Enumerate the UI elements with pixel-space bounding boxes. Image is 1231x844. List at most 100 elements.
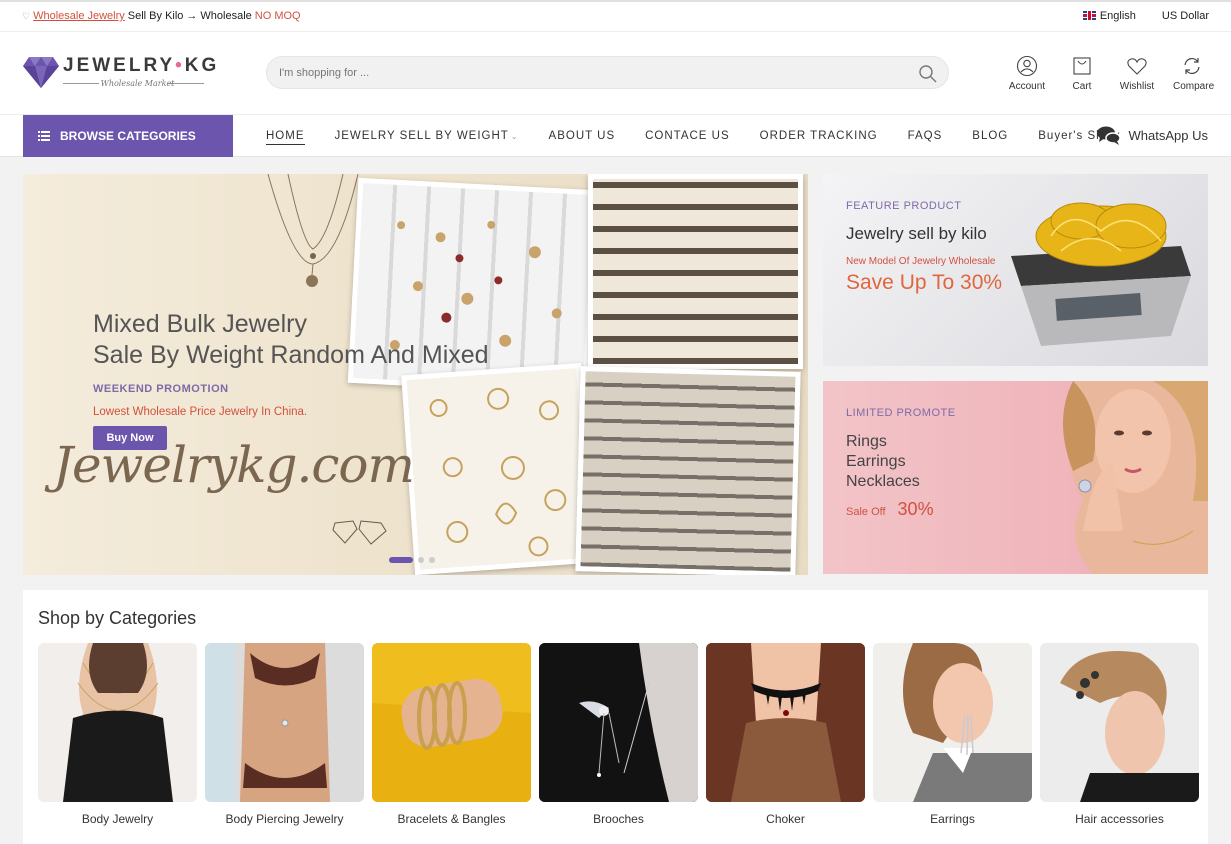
category-hair-accessories[interactable]: Hair accessories	[1040, 643, 1199, 826]
photo-gold-earrings	[401, 362, 595, 575]
wishlist-label: Wishlist	[1119, 81, 1155, 92]
photo-jewelry-display	[575, 366, 801, 575]
chat-bubbles-icon	[1096, 126, 1121, 145]
nav-item-jewelry-sell-by-weight[interactable]: JEWELRY SELL BY WEIGHT ⌄	[320, 130, 534, 142]
language-selector[interactable]: English	[1082, 10, 1136, 22]
browse-categories-button[interactable]: Browse Categories	[23, 115, 233, 157]
promo-text: Sell By Kilo	[127, 10, 184, 22]
promote-line-rings: Rings	[846, 433, 887, 450]
wholesale-jewelry-link[interactable]: Wholesale Jewelry	[33, 10, 125, 22]
nav-item-faqs[interactable]: FAQS	[893, 130, 958, 142]
wishlist-button[interactable]: Wishlist	[1118, 55, 1156, 92]
category-image	[372, 643, 531, 802]
category-body-piercing-jewelry[interactable]: Body Piercing Jewelry	[205, 643, 364, 826]
menu-list-icon	[38, 131, 50, 141]
feature-product-offer: Save Up To 30%	[846, 271, 1003, 294]
category-label: Body Piercing Jewelry	[225, 812, 344, 826]
category-label: Hair accessories	[1075, 812, 1164, 826]
carousel-dots	[389, 557, 435, 563]
cart-label: Cart	[1072, 81, 1092, 92]
category-brooches[interactable]: Brooches	[539, 643, 698, 826]
compare-button[interactable]: Compare	[1173, 55, 1215, 92]
category-label: Brooches	[593, 812, 644, 826]
hero-script-logo: Jewelrykg.com	[53, 436, 415, 494]
promo-wholesale: Wholesale	[200, 10, 252, 22]
account-label: Account	[1008, 81, 1046, 92]
nav-item-blog[interactable]: BLOG	[957, 130, 1023, 142]
model-with-ring-image	[1063, 381, 1208, 574]
logo-subtitle: Wholesale Market	[100, 79, 175, 88]
feature-product-tag: FEATURE PRODUCT	[846, 200, 962, 212]
hero-banner[interactable]: Mixed Bulk Jewelry Sale By Weight Random …	[23, 174, 808, 575]
category-image	[1040, 643, 1199, 802]
category-label: Earrings	[930, 812, 975, 826]
nav-item-about-us[interactable]: ABOUT US	[534, 130, 631, 142]
main-nav: Browse Categories HOME JEWELRY SELL BY W…	[0, 115, 1231, 157]
category-choker[interactable]: Choker	[706, 643, 865, 826]
carousel-dot-2[interactable]	[418, 557, 424, 563]
refresh-icon	[1184, 57, 1200, 75]
account-button[interactable]: Account	[1008, 55, 1046, 92]
language-label: English	[1099, 10, 1136, 22]
promo-strip: ♡ Wholesale Jewelry Sell By Kilo → Whole…	[22, 10, 301, 22]
search-bar	[266, 56, 949, 89]
category-body-jewelry[interactable]: Body Jewelry	[38, 643, 197, 826]
currency-selector[interactable]: US Dollar	[1162, 10, 1209, 22]
gold-chain-scale-image	[1011, 202, 1191, 346]
uk-flag-icon	[1082, 11, 1096, 20]
category-label: Choker	[766, 812, 805, 826]
promote-line-earrings: Earrings	[846, 453, 906, 470]
whatsapp-label: WhatsApp Us	[1128, 128, 1208, 143]
cart-button[interactable]: Cart	[1063, 55, 1101, 92]
user-icon	[1016, 55, 1038, 77]
category-image	[873, 643, 1032, 802]
diamond-logo-icon	[23, 57, 59, 88]
nav-item-home[interactable]: HOME	[251, 130, 320, 145]
limited-promote-lines: Rings Earrings Necklaces	[846, 432, 920, 492]
logo-wordmark: JEWELRY•KG	[63, 55, 220, 76]
category-earrings[interactable]: Earrings	[873, 643, 1032, 826]
hero-promo-label: WEEKEND PROMOTION	[93, 383, 229, 395]
menu-items: HOME JEWELRY SELL BY WEIGHT ⌄ ABOUT US CO…	[251, 115, 1135, 157]
limited-promote-tag: LIMITED PROMOTE	[846, 407, 956, 419]
nav-item-contact-us[interactable]: CONTACE US	[630, 130, 745, 142]
category-image	[205, 643, 364, 802]
sale-off-percent: 30%	[897, 499, 934, 519]
arrow-right-icon: →	[186, 10, 198, 22]
search-icon[interactable]	[918, 64, 938, 84]
hero-title: Mixed Bulk Jewelry Sale By Weight Random …	[93, 310, 489, 369]
compare-label: Compare	[1173, 81, 1215, 92]
feature-product-banner[interactable]: FEATURE PRODUCT Jewelry sell by kilo New…	[823, 174, 1208, 366]
category-image	[38, 643, 197, 802]
category-label: Bracelets & Bangles	[397, 812, 506, 826]
promo-no-moq: NO MOQ	[254, 10, 301, 22]
feature-product-subtitle: New Model Of Jewelry Wholesale	[846, 256, 996, 267]
chevron-down-icon: ⌄	[510, 132, 519, 141]
category-bracelets-bangles[interactable]: Bracelets & Bangles	[372, 643, 531, 826]
category-image	[539, 643, 698, 802]
search-input[interactable]	[279, 57, 899, 88]
header: JEWELRY•KG Wholesale Market Account Cart…	[0, 32, 1231, 115]
nav-item-order-tracking[interactable]: ORDER TRACKING	[745, 130, 893, 142]
photo-earring-wall	[588, 174, 803, 369]
hero-subtitle: Lowest Wholesale Price Jewelry In China.	[93, 406, 308, 418]
carousel-dot-3[interactable]	[429, 557, 435, 563]
carousel-dot-1[interactable]	[389, 557, 413, 563]
promote-line-necklaces: Necklaces	[846, 473, 920, 490]
category-image	[706, 643, 865, 802]
whatsapp-button[interactable]: WhatsApp Us	[1096, 126, 1208, 145]
heart-icon	[1127, 58, 1147, 75]
top-bar: ♡ Wholesale Jewelry Sell By Kilo → Whole…	[0, 0, 1231, 32]
feature-product-title: Jewelry sell by kilo	[846, 224, 987, 243]
limited-promote-banner[interactable]: LIMITED PROMOTE Rings Earrings Necklaces…	[823, 381, 1208, 574]
browse-categories-label: Browse Categories	[60, 129, 196, 143]
diamonds-doodle-icon	[332, 520, 387, 545]
diamond-icon: ♡	[22, 10, 31, 21]
categories-title: Shop by Categories	[38, 608, 197, 628]
logo[interactable]: JEWELRY•KG Wholesale Market	[23, 54, 216, 94]
category-label: Body Jewelry	[81, 812, 154, 826]
header-actions: Account Cart Wishlist Compare	[1008, 55, 1215, 92]
categories-grid: Body Jewelry Body Piercing Jewelry Brace…	[38, 643, 1199, 826]
cart-icon	[1073, 57, 1091, 75]
sale-off: Sale Off 30%	[846, 499, 934, 520]
